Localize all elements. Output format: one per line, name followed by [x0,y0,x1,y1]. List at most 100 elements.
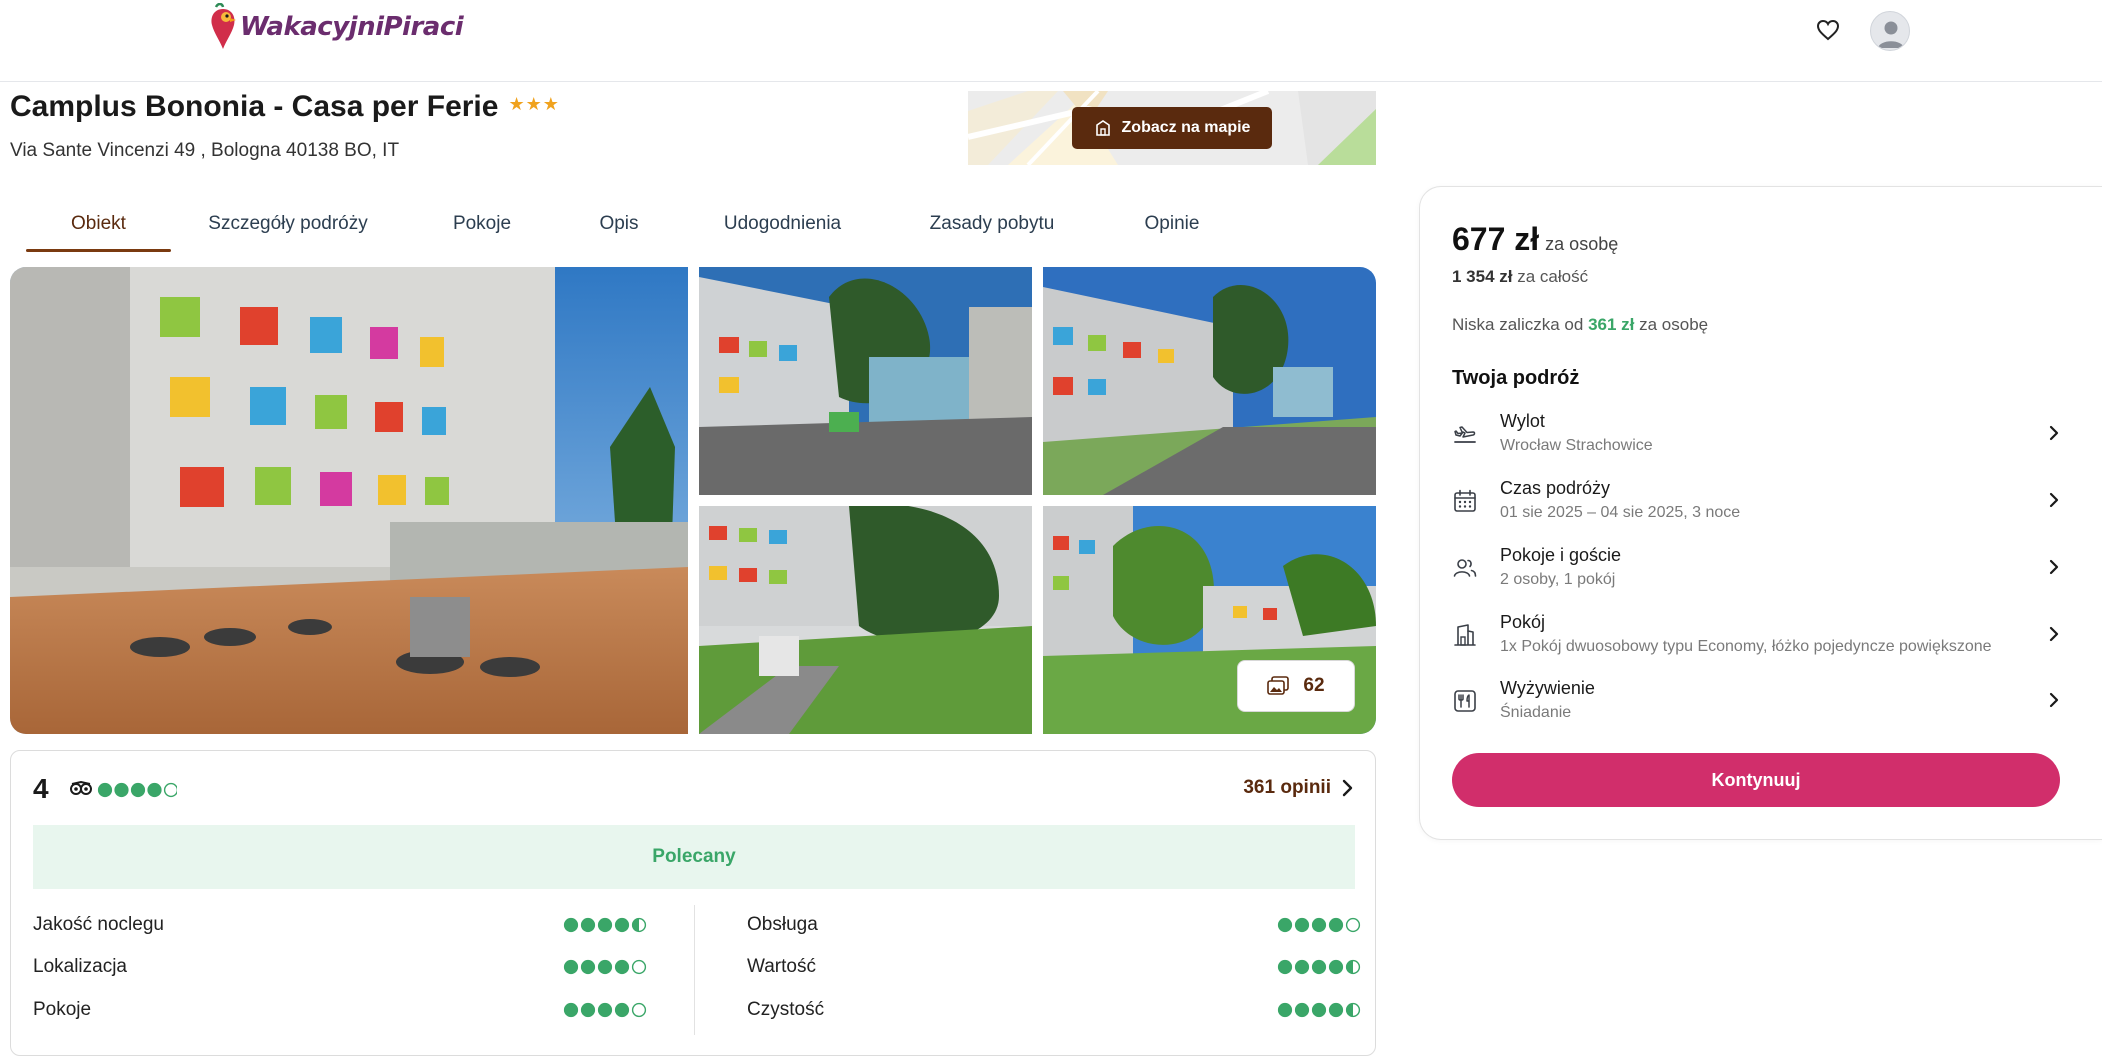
rating-bubble [597,959,613,975]
rating-label: Obsługa [747,914,818,935]
reviews-divider [694,905,695,1035]
continue-button[interactable]: Kontynuuj [1452,753,2060,807]
rating-bubbles [1277,1002,1361,1018]
trip-row-dates[interactable]: Czas podróży 01 sie 2025 – 04 sie 2025, … [1452,478,2064,534]
deposit-amount: 361 zł [1588,315,1635,334]
rating-bubble [1328,917,1344,933]
rating-bubbles [563,959,647,975]
logo[interactable]: WakacyjniPiraci [206,2,464,52]
rating-bubbles [1277,959,1361,975]
rating-bubble [1277,959,1293,975]
tab-rooms[interactable]: Pokoje [405,196,559,252]
all-photos-button[interactable]: 62 [1237,660,1355,712]
rating-bubbles [563,917,647,933]
rating-bubble [130,782,146,798]
rating-label: Wartość [747,956,816,977]
tab-house-rules[interactable]: Zasady pobytu [886,196,1098,252]
rating-bubble [597,917,613,933]
overall-rating-bubbles [97,782,177,798]
trip-row-label: Pokoje i goście [1500,545,1622,565]
rating-bubble [597,1002,613,1018]
photo-gallery [10,267,1376,734]
rating-label: Jakość noclegu [33,914,164,935]
gallery-photo-3[interactable] [1043,267,1376,495]
rating-bubble [1311,917,1327,933]
trip-row-meals[interactable]: Wyżywienie Śniadanie [1452,678,2064,734]
rating-bubble [147,782,162,798]
price-per-person-suffix: za osobę [1545,234,1619,254]
price-per-person: 677 zł [1452,221,1540,257]
rating-bubble [97,782,113,798]
trip-row-room[interactable]: Pokój 1x Pokój dwuosobowy typu Economy, … [1452,612,2064,668]
rating-bubble [1328,1002,1344,1018]
hotel-facade-photo [1043,267,1376,495]
hotel-tabs: Obiekt Szczegóły podróży Pokoje Opis Udo… [26,196,1246,252]
rating-bubble [563,959,579,975]
hotel-garden-photo [699,506,1032,734]
rating-label: Pokoje [33,999,92,1020]
trip-row-label: Pokój [1500,612,1546,632]
all-reviews-link[interactable]: 361 opinii [1243,777,1353,799]
hotel-name: Camplus Bononia - Casa per Ferie [10,90,499,123]
logo-text: WakacyjniPiraci [240,12,464,42]
tab-obiekt[interactable]: Obiekt [26,196,171,252]
rating-row: Lokalizacja [33,953,653,981]
users-icon [1453,559,1477,577]
trip-row-value: 2 osoby, 1 pokój [1500,571,1616,588]
review-score: 4 [33,773,49,804]
map-pin-building-icon [1095,120,1110,136]
rating-bubble [614,959,630,975]
rating-row: Jakość noclegu [33,911,653,939]
gallery-photo-main[interactable] [10,267,688,734]
deposit-prefix: Niska zaliczka od [1452,315,1584,334]
reviews-count-label: 361 opinii [1243,777,1331,798]
rating-row: Wartość [747,953,1367,981]
favorites-button[interactable] [1814,16,1842,44]
price-total-amount: 1 354 zł [1452,267,1513,286]
rating-bubble [631,1002,647,1018]
tab-description[interactable]: Opis [559,196,679,252]
trip-row-guests[interactable]: Pokoje i goście 2 osoby, 1 pokój [1452,545,2064,601]
recommended-badge: Polecany [33,825,1355,889]
gallery-photo-4[interactable] [699,506,1032,734]
deposit-suffix: za osobę [1639,315,1709,334]
account-avatar-button[interactable] [1870,11,1910,51]
trip-row-value: 1x Pokój dwuosobowy typu Economy, łóżko … [1500,638,1992,655]
chevron-right-icon [2049,425,2059,441]
rating-bubble [163,782,177,798]
trip-row-label: Czas podróży [1500,478,1611,498]
trip-row-value: Śniadanie [1500,704,1572,721]
price-total-suffix: za całość [1517,267,1589,286]
rating-bubble [614,1002,630,1018]
rating-bubble [1277,917,1293,933]
price-total: 1 354 zł za całość [1452,267,1588,287]
gallery-photo-2[interactable] [699,267,1032,495]
calendar-icon [1454,489,1476,512]
booking-summary-card: 677 zł za osobę 1 354 zł za całość Niska… [1419,186,2102,840]
rating-bubble [631,959,647,975]
trip-row-label: Wylot [1500,411,1545,431]
rating-bubble [1345,917,1361,933]
hotel-entrance-photo [699,267,1032,495]
rating-bubble [580,959,596,975]
rating-bubble [580,917,596,933]
tab-trip-details[interactable]: Szczegóły podróży [171,196,405,252]
trip-row-label: Wyżywienie [1500,678,1595,698]
rating-bubble [580,1002,596,1018]
reviews-summary-card: 4 361 opinii Polecany Jakość noclegu Lok… [10,750,1376,1056]
tab-amenities[interactable]: Udogodnienia [679,196,886,252]
view-on-map-button[interactable]: Zobacz na mapie [1072,107,1272,149]
trip-row-value: Wrocław Strachowice [1500,437,1653,454]
rating-bubble [563,917,579,933]
rating-bubble [1294,959,1310,975]
chevron-right-icon [2049,559,2059,575]
trip-section-title: Twoja podróż [1452,367,1580,389]
chevron-right-icon [2049,492,2059,508]
tab-reviews[interactable]: Opinie [1098,196,1246,252]
rating-row: Obsługa [747,911,1367,939]
trip-row-departure[interactable]: Wylot Wrocław Strachowice [1452,411,2064,467]
rating-bubbles [1277,917,1361,933]
photo-count-label: 62 [1303,675,1325,696]
rating-bubbles [563,1002,647,1018]
top-navigation-bar: WakacyjniPiraci [0,0,2102,82]
